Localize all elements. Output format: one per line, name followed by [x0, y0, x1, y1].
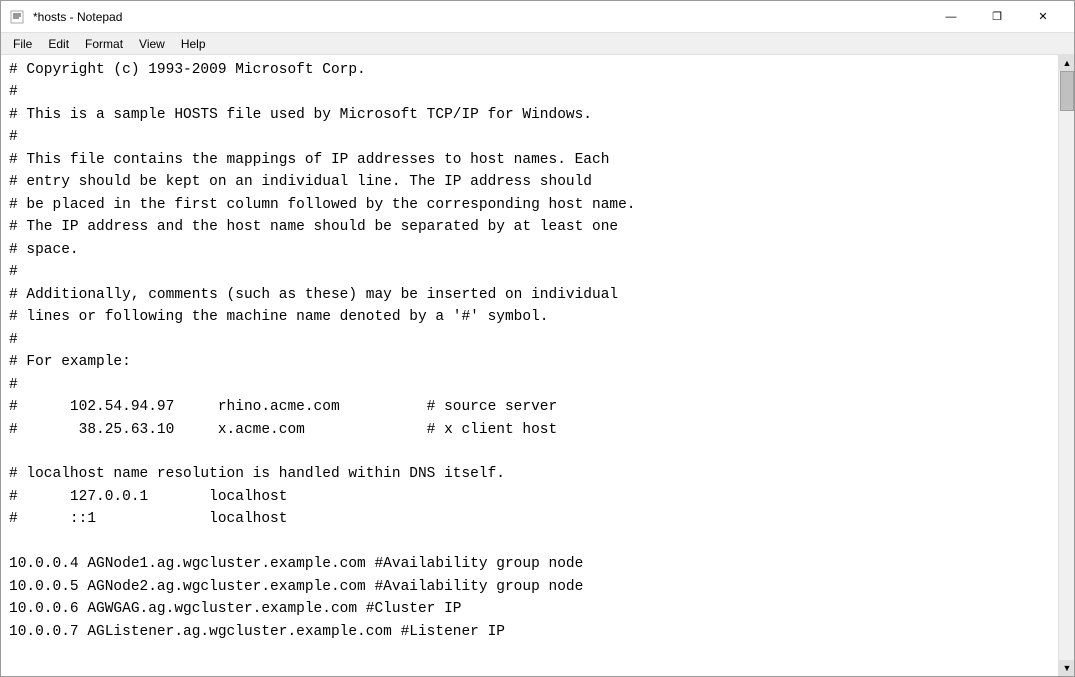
menu-bar: FileEditFormatViewHelp — [1, 33, 1074, 55]
menu-item-format[interactable]: Format — [77, 35, 131, 53]
menu-item-edit[interactable]: Edit — [40, 35, 77, 53]
scroll-up-button[interactable]: ▲ — [1059, 55, 1074, 71]
scroll-down-button[interactable]: ▼ — [1059, 660, 1074, 676]
vertical-scrollbar[interactable]: ▲ ▼ — [1058, 55, 1074, 676]
window-title: *hosts - Notepad — [33, 10, 122, 24]
scroll-thumb[interactable] — [1060, 71, 1074, 111]
menu-item-file[interactable]: File — [5, 35, 40, 53]
app-icon — [9, 9, 25, 25]
notepad-window: *hosts - Notepad — ❐ ✕ FileEditFormatVie… — [0, 0, 1075, 677]
title-bar-left: *hosts - Notepad — [9, 9, 122, 25]
restore-button[interactable]: ❐ — [974, 1, 1020, 33]
scroll-track — [1059, 71, 1074, 660]
window-controls: — ❐ ✕ — [928, 1, 1066, 33]
minimize-button[interactable]: — — [928, 1, 974, 33]
menu-item-help[interactable]: Help — [173, 35, 214, 53]
text-editor[interactable]: # Copyright (c) 1993-2009 Microsoft Corp… — [1, 55, 1058, 676]
close-button[interactable]: ✕ — [1020, 1, 1066, 33]
content-area: # Copyright (c) 1993-2009 Microsoft Corp… — [1, 55, 1074, 676]
menu-item-view[interactable]: View — [131, 35, 173, 53]
title-bar: *hosts - Notepad — ❐ ✕ — [1, 1, 1074, 33]
